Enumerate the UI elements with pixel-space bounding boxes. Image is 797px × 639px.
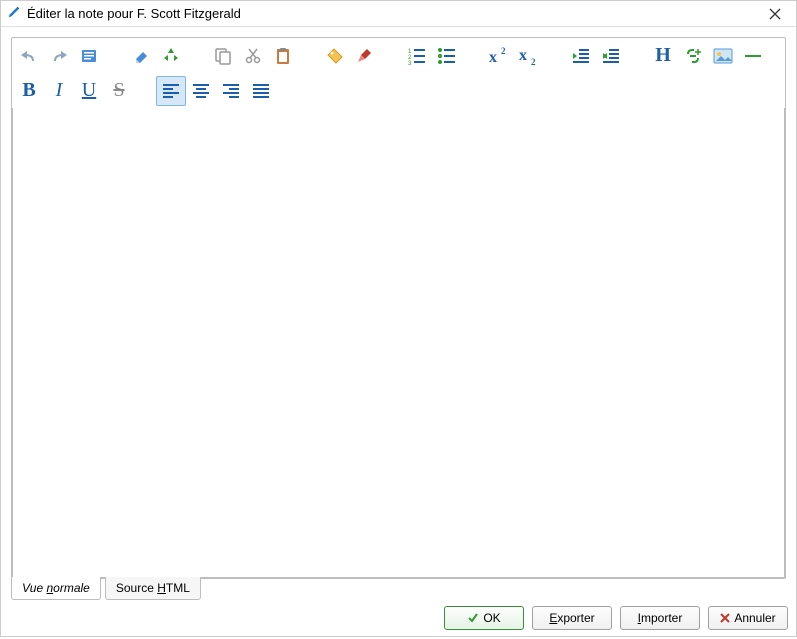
tag-icon xyxy=(325,46,345,66)
copy-button[interactable] xyxy=(208,41,238,71)
export-button[interactable]: Exporter xyxy=(532,606,612,630)
align-right-button[interactable] xyxy=(216,76,246,106)
align-justify-icon xyxy=(252,83,270,99)
ok-button[interactable]: OK xyxy=(444,606,524,630)
subscript-icon: x2 xyxy=(518,46,540,66)
brush-icon xyxy=(355,46,375,66)
clipboard-icon xyxy=(273,46,293,66)
copy-icon xyxy=(213,46,233,66)
align-left-button[interactable] xyxy=(156,76,186,106)
cancel-icon xyxy=(720,613,730,623)
image-icon xyxy=(713,47,733,65)
ordered-list-icon: 123 xyxy=(407,47,427,65)
cancel-label: Annuler xyxy=(734,611,775,625)
view-tabs: Vue normale Source HTML xyxy=(11,577,205,600)
hr-icon xyxy=(743,47,763,65)
clean-button[interactable] xyxy=(350,41,380,71)
redo-icon xyxy=(49,47,69,65)
tab-source-html[interactable]: Source HTML xyxy=(105,577,201,600)
italic-icon: I xyxy=(56,79,63,102)
cut-button[interactable] xyxy=(238,41,268,71)
svg-text:x: x xyxy=(519,47,527,64)
horizontal-rule-button[interactable] xyxy=(738,41,768,71)
insert-link-button[interactable] xyxy=(678,41,708,71)
svg-text:2: 2 xyxy=(531,57,536,66)
align-justify-button[interactable] xyxy=(246,76,276,106)
content-area: 123 x2 x2 xyxy=(1,27,796,639)
titlebar: Éditer la note pour F. Scott Fitzgerald xyxy=(1,1,796,27)
select-all-icon xyxy=(80,47,98,65)
import-label: Importer xyxy=(638,611,683,625)
subscript-button[interactable]: x2 xyxy=(514,41,544,71)
strikethrough-button[interactable]: S xyxy=(104,76,134,106)
align-center-button[interactable] xyxy=(186,76,216,106)
eraser-button[interactable] xyxy=(126,41,156,71)
insert-image-button[interactable] xyxy=(708,41,738,71)
indent-icon xyxy=(601,47,621,65)
bold-icon: B xyxy=(22,79,35,102)
underline-button[interactable]: U xyxy=(74,76,104,106)
toolbar-row-1: 123 x2 x2 xyxy=(12,38,785,73)
unordered-list-button[interactable] xyxy=(432,41,462,71)
superscript-icon: x2 xyxy=(488,46,510,66)
select-all-button[interactable] xyxy=(74,41,104,71)
heading-button[interactable]: H xyxy=(648,41,678,71)
export-label: Exporter xyxy=(549,611,594,625)
window-title: Éditer la note pour F. Scott Fitzgerald xyxy=(27,6,760,21)
editor-dialog: Éditer la note pour F. Scott Fitzgerald xyxy=(0,0,797,637)
highlight-button[interactable] xyxy=(320,41,350,71)
strikethrough-icon: S xyxy=(113,79,124,102)
indent-button[interactable] xyxy=(596,41,626,71)
outdent-icon xyxy=(571,47,591,65)
align-right-icon xyxy=(222,83,240,99)
tab-normal-view[interactable]: Vue normale xyxy=(11,577,101,600)
align-center-icon xyxy=(192,83,210,99)
eraser-icon xyxy=(131,47,151,65)
outdent-button[interactable] xyxy=(566,41,596,71)
redo-button[interactable] xyxy=(44,41,74,71)
dialog-buttons: OK Exporter Importer Annuler xyxy=(444,606,788,630)
italic-button[interactable]: I xyxy=(44,76,74,106)
unordered-list-icon xyxy=(437,47,457,65)
align-left-icon xyxy=(162,83,180,99)
svg-text:x: x xyxy=(489,49,497,66)
import-button[interactable]: Importer xyxy=(620,606,700,630)
underline-icon: U xyxy=(82,79,96,102)
undo-icon xyxy=(19,47,39,65)
undo-button[interactable] xyxy=(14,41,44,71)
superscript-button[interactable]: x2 xyxy=(484,41,514,71)
svg-text:3: 3 xyxy=(408,61,412,65)
heading-icon: H xyxy=(655,44,671,67)
ordered-list-button[interactable]: 123 xyxy=(402,41,432,71)
pencil-icon xyxy=(7,5,21,22)
cancel-button[interactable]: Annuler xyxy=(708,606,788,630)
recycle-button[interactable] xyxy=(156,41,186,71)
ok-label: OK xyxy=(483,611,500,625)
link-plus-icon xyxy=(683,46,703,66)
toolbar-row-2: B I U S xyxy=(12,73,785,108)
svg-text:2: 2 xyxy=(501,46,506,56)
recycle-icon xyxy=(161,46,181,66)
check-icon xyxy=(467,612,479,624)
tab-source-label: Source HTML xyxy=(116,581,190,595)
tab-normal-label: Vue normale xyxy=(22,581,90,595)
paste-button[interactable] xyxy=(268,41,298,71)
toolbar: 123 x2 x2 xyxy=(11,37,786,579)
bold-button[interactable]: B xyxy=(14,76,44,106)
editor-textarea[interactable] xyxy=(12,108,785,578)
close-button[interactable] xyxy=(760,4,790,24)
close-icon xyxy=(769,8,781,20)
scissors-icon xyxy=(243,46,263,66)
